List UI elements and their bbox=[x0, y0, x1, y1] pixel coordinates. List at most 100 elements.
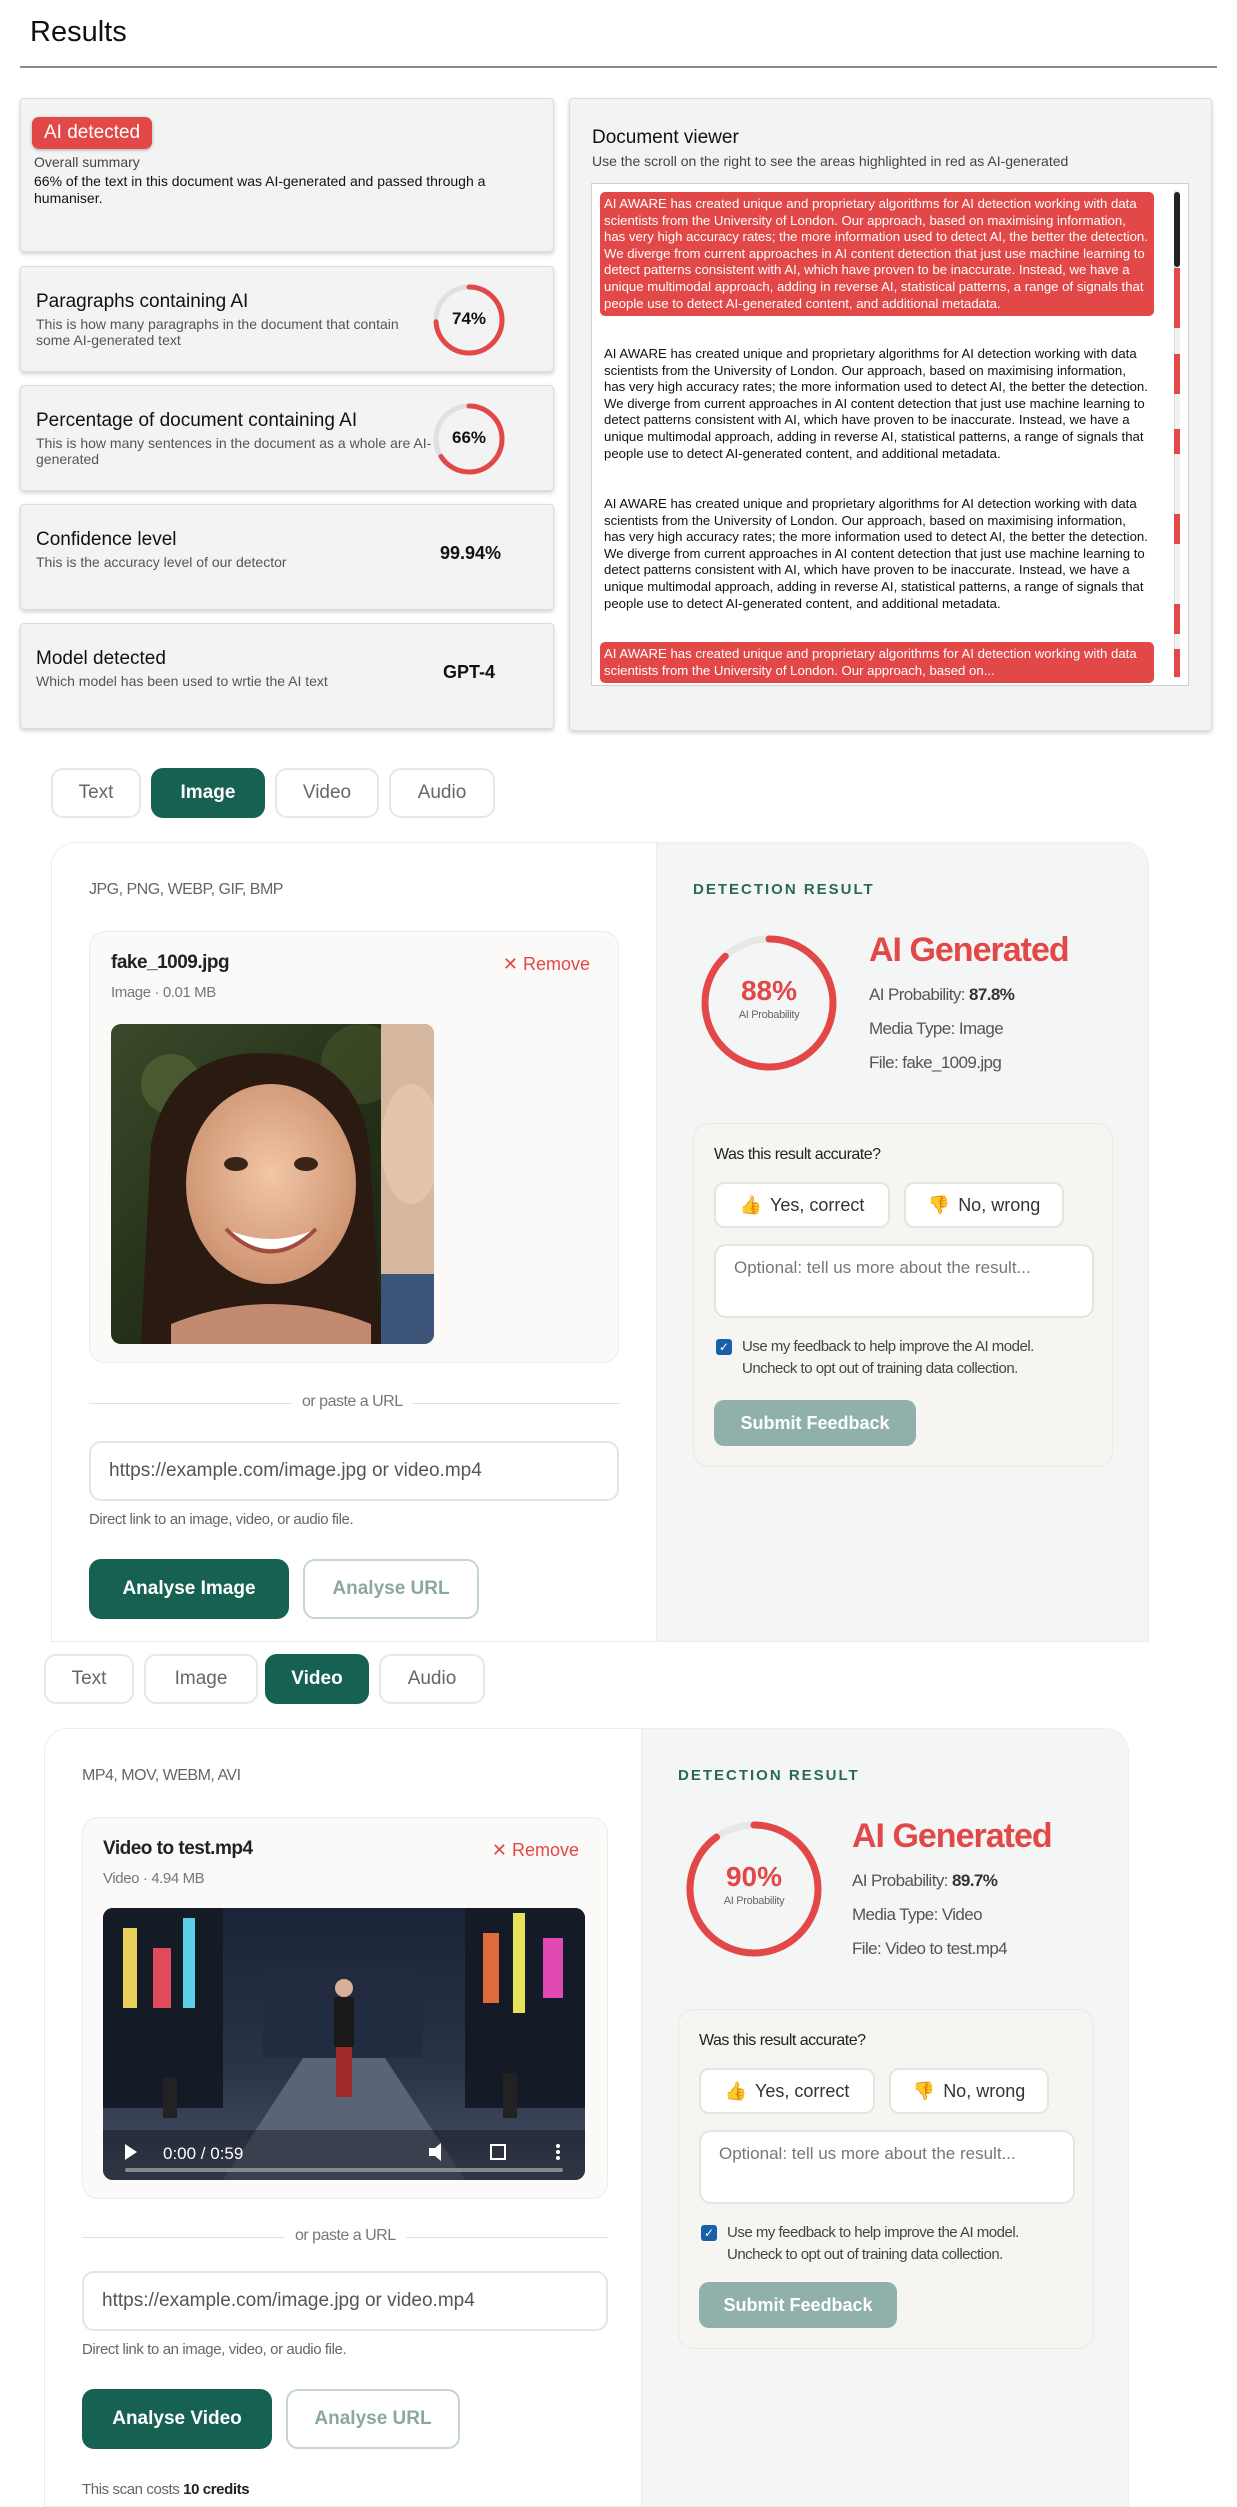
tab-image[interactable]: Image bbox=[144, 1654, 258, 1704]
probability-value: 88% bbox=[740, 975, 798, 1006]
submit-feedback-button[interactable]: Submit Feedback bbox=[714, 1400, 916, 1446]
url-divider-text: or paste a URL bbox=[292, 1393, 413, 1411]
probability-ring: 90% AI Probability bbox=[684, 1819, 824, 1959]
tab-text[interactable]: Text bbox=[44, 1654, 134, 1704]
ai-probability-line: AI Probability: 87.8% bbox=[869, 985, 1015, 1004]
scrollbar-ai-marker bbox=[1174, 268, 1180, 328]
submit-feedback-button[interactable]: Submit Feedback bbox=[699, 2282, 897, 2328]
tab-video[interactable]: Video bbox=[275, 768, 379, 818]
file-preview-card: fake_1009.jpg Image · 0.01 MB ✕ Remove bbox=[89, 931, 619, 1363]
document-paragraph: AI AWARE has created unique and propriet… bbox=[604, 346, 1148, 461]
feedback-textarea[interactable]: Optional: tell us more about the result.… bbox=[699, 2130, 1075, 2204]
verdict-title: AI Generated bbox=[869, 931, 1070, 969]
remove-file-button[interactable]: ✕ Remove bbox=[503, 954, 590, 975]
detection-result-pane: DETECTION RESULT 90% AI Probability AI G… bbox=[641, 1729, 1128, 2506]
scan-cost: This scan costs 10 credits bbox=[82, 2481, 250, 2498]
summary-text: 66% of the text in this document was AI-… bbox=[34, 173, 486, 206]
results-divider bbox=[20, 66, 1217, 68]
document-viewer-card: Document viewer Use the scroll on the ri… bbox=[569, 98, 1212, 731]
stat-desc: This is how many paragraphs in the docum… bbox=[36, 316, 399, 348]
url-input[interactable]: https://example.com/image.jpg or video.m… bbox=[82, 2271, 608, 2331]
stat-card-percentage: Percentage of document containing AI Thi… bbox=[20, 385, 554, 491]
uploaded-image-preview bbox=[111, 1024, 434, 1344]
results-title: Results bbox=[30, 16, 127, 48]
image-detector-panel: JPG, PNG, WEBP, GIF, BMP fake_1009.jpg I… bbox=[51, 842, 1149, 1642]
tab-video[interactable]: Video bbox=[265, 1654, 369, 1704]
no-wrong-button[interactable]: 👎 No, wrong bbox=[889, 2068, 1049, 2114]
percentage-ring: 66% bbox=[431, 401, 507, 477]
thumbs-down-icon: 👎 bbox=[927, 1194, 951, 1215]
scrollbar-ai-marker bbox=[1174, 649, 1180, 677]
analyse-url-button[interactable]: Analyse URL bbox=[303, 1559, 479, 1619]
supported-formats: MP4, MOV, WEBM, AVI bbox=[82, 1767, 241, 1784]
stat-title: Confidence level bbox=[36, 529, 177, 550]
analyse-video-button[interactable]: Analyse Video bbox=[82, 2389, 272, 2449]
scrollbar-ai-marker bbox=[1174, 429, 1180, 454]
stat-desc: This is the accuracy level of our detect… bbox=[36, 554, 287, 570]
file-line: File: Video to test.mp4 bbox=[852, 1939, 1008, 1958]
yes-correct-button[interactable]: 👍 Yes, correct bbox=[714, 1182, 890, 1228]
stat-card-paragraphs: Paragraphs containing AI This is how man… bbox=[20, 266, 554, 372]
stat-title: Percentage of document containing AI bbox=[36, 410, 358, 431]
video-player[interactable]: 0:00 / 0:59 bbox=[103, 1908, 585, 2180]
remove-file-button[interactable]: ✕ Remove bbox=[492, 1840, 579, 1861]
consent-text: Use my feedback to help improve the AI m… bbox=[727, 2224, 1019, 2263]
feedback-question: Was this result accurate? bbox=[699, 2032, 866, 2049]
upload-pane: MP4, MOV, WEBM, AVI Video to test.mp4 Vi… bbox=[45, 1729, 641, 2506]
ai-highlighted-paragraph: AI AWARE has created unique and propriet… bbox=[600, 642, 1154, 684]
probability-caption: AI Probability bbox=[738, 1009, 800, 1021]
viewer-subtitle: Use the scroll on the right to see the a… bbox=[592, 153, 1069, 169]
consent-checkbox[interactable]: ✓ bbox=[716, 1339, 732, 1355]
model-value: GPT-4 bbox=[442, 662, 495, 682]
scrollbar-ai-marker bbox=[1174, 604, 1180, 634]
viewer-title: Document viewer bbox=[592, 127, 739, 148]
scrollbar-ai-marker bbox=[1174, 354, 1180, 394]
percentage-value: 66% bbox=[451, 428, 487, 447]
tab-image[interactable]: Image bbox=[151, 768, 265, 818]
summary-label: Overall summary bbox=[34, 154, 140, 170]
consent-checkbox[interactable]: ✓ bbox=[701, 2225, 717, 2241]
supported-formats: JPG, PNG, WEBP, GIF, BMP bbox=[89, 881, 283, 898]
tab-text[interactable]: Text bbox=[51, 768, 141, 818]
scrollbar-thumb[interactable] bbox=[1174, 192, 1180, 267]
tab-audio[interactable]: Audio bbox=[389, 768, 495, 818]
stat-title: Model detected bbox=[36, 648, 166, 669]
file-meta: Image · 0.01 MB bbox=[111, 984, 216, 1001]
video-detector-panel: MP4, MOV, WEBM, AVI Video to test.mp4 Vi… bbox=[44, 1728, 1129, 2507]
stat-desc: This is how many sentences in the docume… bbox=[36, 435, 432, 467]
ai-probability-line: AI Probability: 89.7% bbox=[852, 1871, 998, 1890]
url-hint: Direct link to an image, video, or audio… bbox=[89, 1511, 354, 1528]
confidence-value: 99.94% bbox=[439, 543, 501, 563]
thumbs-up-icon: 👍 bbox=[739, 1194, 763, 1215]
feedback-question: Was this result accurate? bbox=[714, 1146, 881, 1163]
detection-result-label: DETECTION RESULT bbox=[678, 1767, 860, 1784]
upload-pane: JPG, PNG, WEBP, GIF, BMP fake_1009.jpg I… bbox=[52, 843, 656, 1641]
no-wrong-button[interactable]: 👎 No, wrong bbox=[904, 1182, 1064, 1228]
detection-result-label: DETECTION RESULT bbox=[693, 881, 875, 898]
yes-correct-button[interactable]: 👍 Yes, correct bbox=[699, 2068, 875, 2114]
tab-audio[interactable]: Audio bbox=[379, 1654, 485, 1704]
verdict-title: AI Generated bbox=[852, 1817, 1053, 1855]
paragraphs-ring: 74% bbox=[431, 282, 507, 358]
feedback-card: Was this result accurate? 👍 Yes, correct … bbox=[693, 1123, 1113, 1467]
summary-card: AI detected Overall summary 66% of the t… bbox=[20, 98, 554, 252]
file-name: Video to test.mp4 bbox=[103, 1838, 253, 1859]
detection-result-pane: DETECTION RESULT 88% AI Probability AI G… bbox=[656, 843, 1148, 1641]
url-hint: Direct link to an image, video, or audio… bbox=[82, 2341, 347, 2358]
document-scroll-area[interactable]: AI AWARE has created unique and propriet… bbox=[591, 183, 1189, 686]
video-time: 0:00 / 0:59 bbox=[163, 2144, 244, 2163]
analyse-url-button[interactable]: Analyse URL bbox=[286, 2389, 460, 2449]
probability-value: 90% bbox=[725, 1861, 783, 1892]
file-meta: Video · 4.94 MB bbox=[103, 1870, 205, 1887]
consent-text: Use my feedback to help improve the AI m… bbox=[742, 1338, 1034, 1377]
stat-card-confidence: Confidence level This is the accuracy le… bbox=[20, 504, 554, 610]
probability-caption: AI Probability bbox=[723, 1895, 785, 1907]
feedback-card: Was this result accurate? 👍 Yes, correct … bbox=[678, 2009, 1094, 2349]
media-type-line: Media Type: Video bbox=[852, 1905, 983, 1924]
probability-ring: 88% AI Probability bbox=[699, 933, 839, 1073]
analyse-image-button[interactable]: Analyse Image bbox=[89, 1559, 289, 1619]
feedback-textarea[interactable]: Optional: tell us more about the result.… bbox=[714, 1244, 1094, 1318]
url-input[interactable]: https://example.com/image.jpg or video.m… bbox=[89, 1441, 619, 1501]
stat-card-model: Model detected Which model has been used… bbox=[20, 623, 554, 729]
document-paragraph: AI AWARE has created unique and propriet… bbox=[604, 496, 1148, 611]
